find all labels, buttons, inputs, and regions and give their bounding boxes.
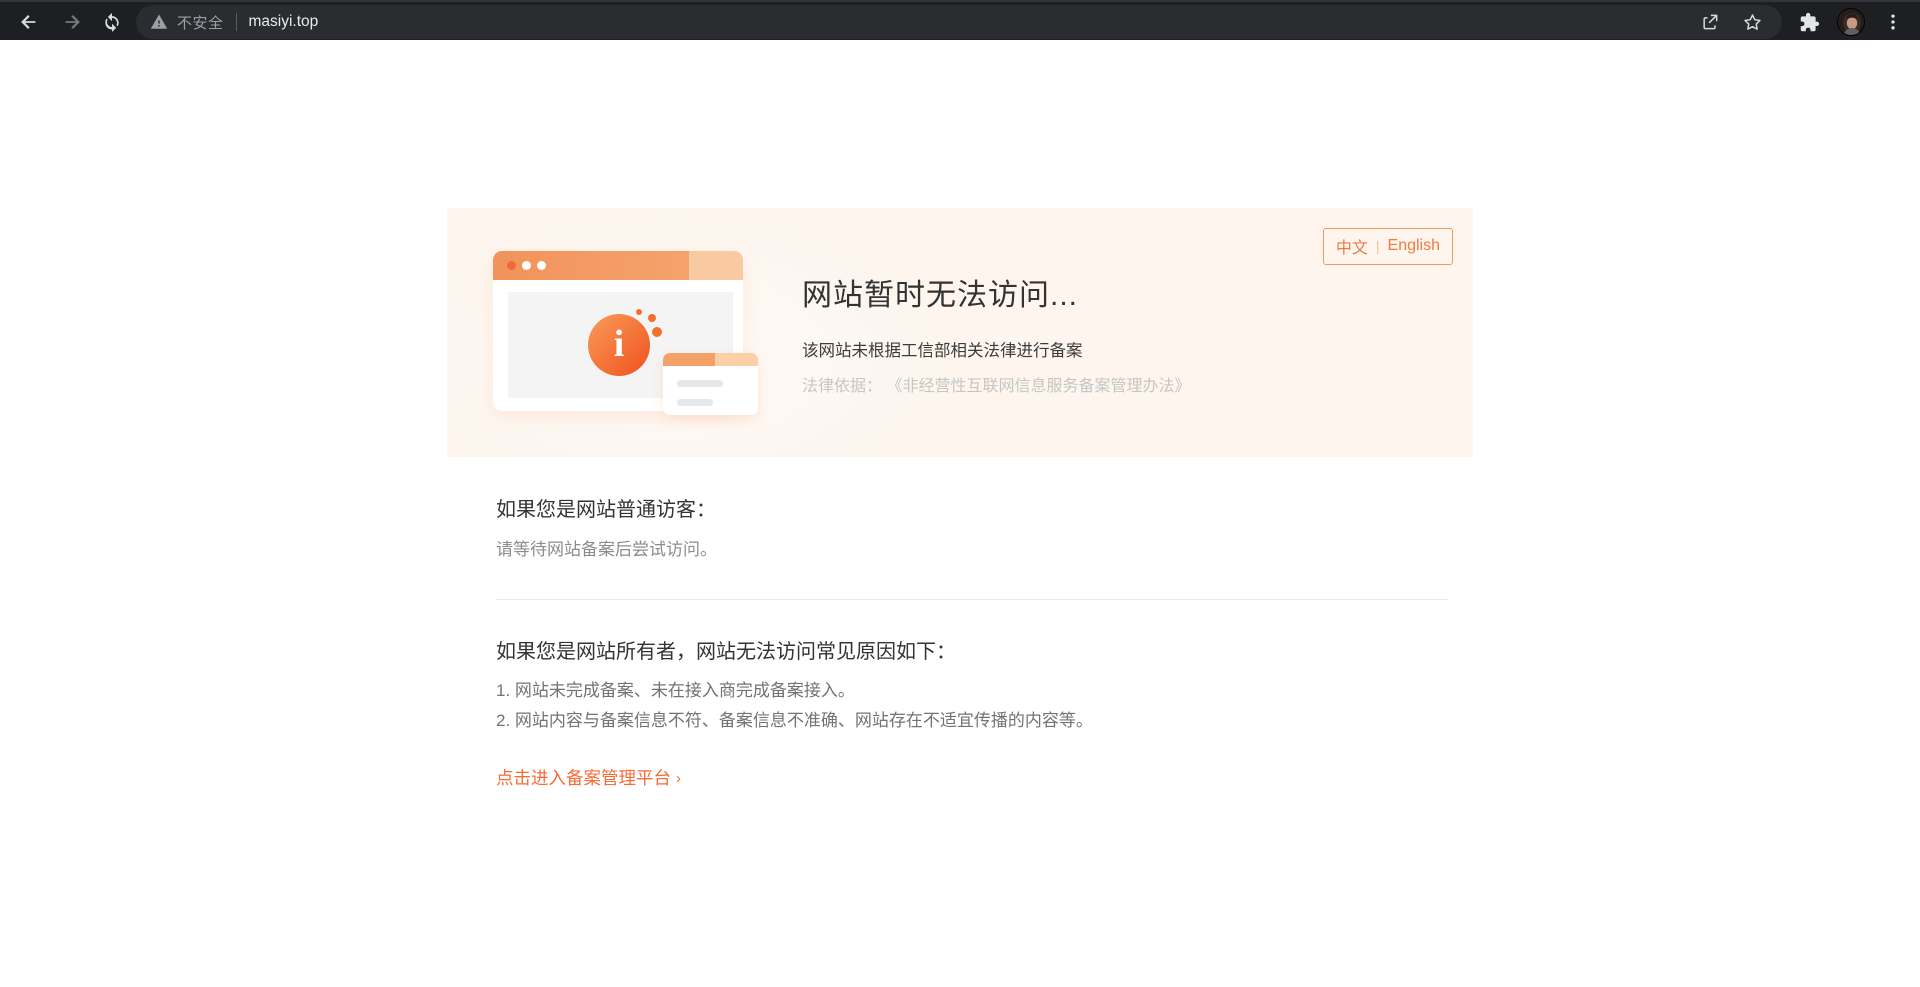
chevron-right-icon: › <box>676 770 681 787</box>
url-text[interactable]: masiyi.top <box>249 13 319 31</box>
window-dot-icon <box>537 261 546 270</box>
reload-icon <box>102 12 122 32</box>
window-dot-icon <box>522 261 531 270</box>
bookmark-button[interactable] <box>1736 6 1768 38</box>
reason-item-2: 2. 网站内容与备案信息不符、备案信息不准确、网站存在不适宜传播的内容等。 <box>496 706 1093 731</box>
window-header-addressbox <box>689 251 743 280</box>
page-viewport: 中文 | English i <box>0 40 1920 987</box>
share-button[interactable] <box>1694 6 1726 38</box>
share-icon <box>1700 12 1720 32</box>
avatar <box>1837 8 1865 36</box>
hero-banner: 中文 | English i <box>447 208 1473 457</box>
back-icon <box>18 11 40 33</box>
section-divider <box>496 599 1448 600</box>
forward-icon <box>61 11 83 33</box>
profile-button[interactable] <box>1834 5 1868 39</box>
menu-button[interactable] <box>1876 5 1910 39</box>
forward-button[interactable] <box>56 6 88 38</box>
mini-card-textline <box>677 380 723 387</box>
visitor-section-heading: 如果您是网站普通访客： <box>496 493 716 522</box>
mini-card-graphic <box>663 353 758 415</box>
reason-item-1: 1. 网站未完成备案、未在接入商完成备案接入。 <box>496 676 855 701</box>
browser-toolbar: 不安全 masiyi.top <box>0 0 1920 40</box>
info-badge: i <box>588 314 650 376</box>
info-icon: i <box>614 325 625 363</box>
spark-dot-icon <box>648 314 656 322</box>
mini-card-textline <box>677 399 713 406</box>
lang-zh[interactable]: 中文 <box>1336 234 1368 258</box>
lang-separator: | <box>1376 238 1380 254</box>
visitor-section-body: 请等待网站备案后尝试访问。 <box>496 535 717 560</box>
back-button[interactable] <box>13 6 45 38</box>
omnibox-separator <box>236 13 237 31</box>
bookmark-star-icon <box>1742 12 1763 33</box>
extensions-puzzle-icon <box>1799 12 1820 33</box>
icp-platform-link-label[interactable]: 点击进入备案管理平台 <box>496 765 671 790</box>
address-bar[interactable]: 不安全 masiyi.top <box>136 5 1782 39</box>
language-switch-button[interactable]: 中文 | English <box>1323 228 1453 265</box>
owner-section-heading: 如果您是网站所有者，网站无法访问常见原因如下： <box>496 635 956 664</box>
mini-card-header-light <box>715 353 758 366</box>
lang-en[interactable]: English <box>1388 237 1440 255</box>
spark-dot-icon <box>636 309 642 315</box>
window-dot-icon <box>507 261 516 270</box>
avatar-photo <box>1838 9 1865 36</box>
spark-dot-icon <box>652 327 662 337</box>
security-label: 不安全 <box>177 12 224 33</box>
blocked-site-illustration: i <box>493 251 763 421</box>
legal-basis-text: 法律依据： 《非经营性互联网信息服务备案管理办法》 <box>802 372 1190 396</box>
page-title: 网站暂时无法访问... <box>802 270 1190 314</box>
extensions-button[interactable] <box>1792 5 1826 39</box>
page-subtitle: 该网站未根据工信部相关法律进行备案 <box>802 337 1190 361</box>
site-security-chip[interactable]: 不安全 masiyi.top <box>136 12 1694 33</box>
menu-dots-icon <box>1883 12 1903 32</box>
icp-block-notice: 中文 | English i <box>447 208 1473 457</box>
reload-button[interactable] <box>96 6 128 38</box>
browser-window: 不安全 masiyi.top <box>0 0 1920 987</box>
icp-platform-link[interactable]: 点击进入备案管理平台 › <box>496 765 681 790</box>
mini-card-header <box>663 353 715 366</box>
not-secure-warning-icon <box>150 13 168 31</box>
